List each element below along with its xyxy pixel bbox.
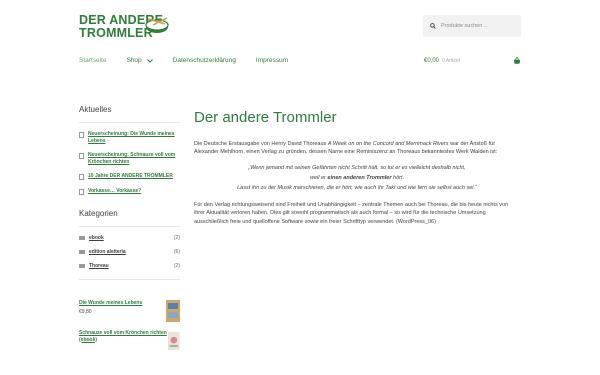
search-box[interactable] bbox=[423, 15, 521, 37]
folder-icon bbox=[79, 264, 85, 268]
quote-block: „Wenn jemand mit seinen Gefährten nicht … bbox=[194, 163, 520, 193]
header-cart[interactable]: €0,00 0 Artikel bbox=[424, 57, 521, 64]
product-item: Schnauze voll vom Krönchen richten (eboo… bbox=[79, 330, 180, 352]
category-name: Thoreau bbox=[89, 263, 109, 269]
chevron-down-icon bbox=[146, 58, 153, 63]
intro-paragraph: Die Deutsche Erstausgabe von Henry David… bbox=[194, 140, 520, 157]
category-link[interactable]: edition aleiteria bbox=[79, 249, 126, 255]
category-link[interactable]: ebook bbox=[79, 235, 104, 241]
shopping-basket-icon bbox=[513, 57, 521, 64]
product-link[interactable]: Schnauze voll vom Krönchen richten (eboo… bbox=[79, 330, 167, 343]
cart-total: €0,00 bbox=[424, 58, 440, 64]
book-title: A Week on on the Concord and Merrimack R… bbox=[327, 141, 449, 147]
nav-item-label: Startseite bbox=[79, 57, 107, 64]
main-content: Der andere Trommler Die Deutsche Erstaus… bbox=[194, 109, 520, 226]
product-price: €9,80 bbox=[79, 308, 92, 315]
category-name: ebook bbox=[89, 235, 104, 241]
widget-title-recent: Aktuelles bbox=[79, 105, 180, 123]
category-count: (6) bbox=[173, 249, 180, 255]
nav-item-label: Shop bbox=[126, 57, 142, 64]
intro-text-1: Die Deutsche Erstausgabe von Henry David… bbox=[194, 141, 328, 147]
document-icon bbox=[79, 132, 84, 138]
category-link[interactable]: Thoreau bbox=[79, 263, 109, 269]
quote-line-3: Lasst ihn zu der Musik marschieren, die … bbox=[237, 184, 477, 191]
list-item: ebook (2) bbox=[79, 235, 180, 241]
categories-list: ebook (2) edition aleiteria (6) Thoreau (2) bbox=[79, 235, 180, 269]
drum-icon bbox=[145, 17, 169, 33]
folder-icon bbox=[79, 250, 85, 254]
page-title: Der andere Trommler bbox=[194, 109, 337, 126]
product-item: Die Wunde meines Lebens €9,80 bbox=[79, 300, 180, 322]
quote-line-2: weil er einen anderen Trommler hört. bbox=[194, 173, 520, 183]
cart-count: 0 Artikel bbox=[442, 58, 460, 64]
widget-title-categories: Kategorien bbox=[79, 209, 180, 227]
folder-icon bbox=[79, 236, 85, 240]
sidebar: Aktuelles Neuerscheinung: Die Wunde mein… bbox=[79, 105, 180, 360]
list-item: Neuerscheinung: Die Wunde meines Lebens bbox=[79, 131, 180, 144]
quote-line-2-a: weil er bbox=[309, 174, 328, 181]
quote-line-1: „Wenn jemand mit seinen Gefährten nicht … bbox=[248, 164, 466, 171]
nav-item-impressum[interactable]: Impressum bbox=[256, 57, 288, 64]
search-input[interactable] bbox=[441, 23, 521, 29]
recent-posts-list: Neuerscheinung: Die Wunde meines Lebens … bbox=[79, 131, 180, 195]
nav-item-label: Impressum bbox=[255, 57, 289, 64]
list-item: 10 Jahre DER ANDERE TROMMLER bbox=[79, 173, 180, 180]
book-cover-thumbnail[interactable] bbox=[168, 330, 180, 352]
list-item: Neuerscheinung: Schnauze voll vom Krönch… bbox=[79, 152, 180, 165]
site-logo[interactable]: DER ANDERE TROMMLER bbox=[79, 14, 189, 44]
document-icon bbox=[79, 189, 84, 195]
book-cover-thumbnail[interactable] bbox=[166, 300, 180, 322]
recent-post-link[interactable]: Vorkasse… Vorkasse? bbox=[88, 188, 141, 195]
document-icon bbox=[79, 153, 84, 159]
category-count: (2) bbox=[173, 235, 180, 241]
main-navigation: Startseite Shop Datenschutzerklärung Imp… bbox=[79, 57, 308, 64]
second-paragraph: Für den Verlag richtungsweisend sind Fre… bbox=[194, 201, 509, 225]
document-icon bbox=[79, 174, 84, 180]
list-item: edition aleiteria (6) bbox=[79, 249, 180, 255]
nav-item-label: Datenschutzerklärung bbox=[172, 57, 236, 64]
nav-item-datenschutzerklaerung[interactable]: Datenschutzerklärung bbox=[173, 57, 236, 64]
nav-item-shop[interactable]: Shop bbox=[126, 57, 153, 64]
page-body: Die Deutsche Erstausgabe von Henry David… bbox=[194, 140, 520, 226]
category-name: edition aleiteria bbox=[89, 249, 126, 255]
product-link[interactable]: Die Wunde meines Lebens bbox=[79, 300, 142, 306]
category-count: (2) bbox=[173, 263, 180, 269]
recent-post-link[interactable]: Neuerscheinung: Die Wunde meines Lebens bbox=[88, 131, 180, 144]
quote-line-2-c: hört. bbox=[391, 174, 405, 181]
nav-item-startseite[interactable]: Startseite bbox=[79, 57, 106, 64]
recent-post-link[interactable]: Neuerscheinung: Schnauze voll vom Krönch… bbox=[88, 152, 180, 165]
recent-post-link[interactable]: 10 Jahre DER ANDERE TROMMLER bbox=[88, 173, 173, 180]
product-list: Die Wunde meines Lebens €9,80 Schnauze v… bbox=[79, 279, 180, 352]
quote-emphasis: einen anderen Trommler bbox=[327, 174, 392, 181]
list-item: Thoreau (2) bbox=[79, 263, 180, 269]
list-item: Vorkasse… Vorkasse? bbox=[79, 188, 180, 195]
search-icon bbox=[430, 23, 436, 29]
